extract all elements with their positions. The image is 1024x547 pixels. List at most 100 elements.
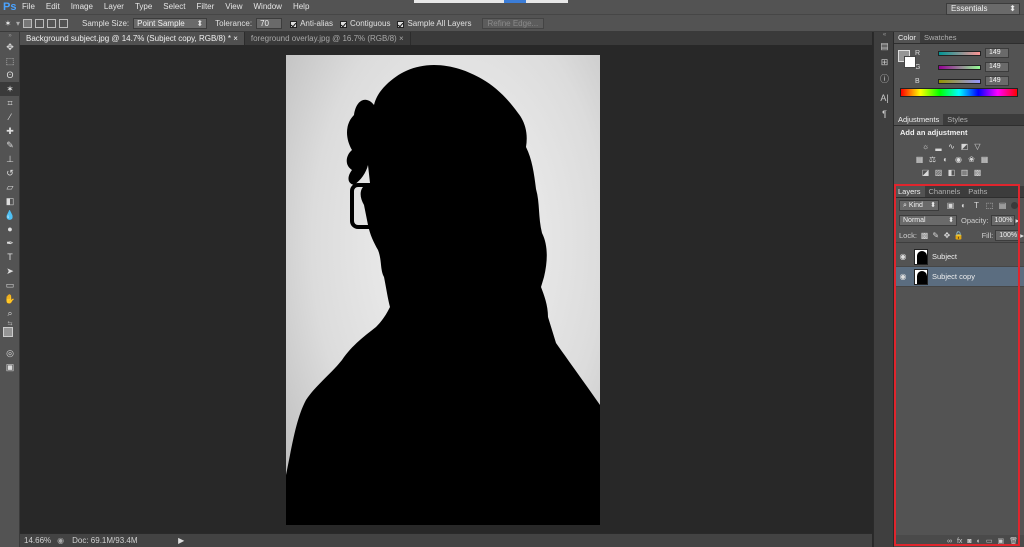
threshold-icon[interactable]: ◧ [946, 167, 957, 178]
brush-tool-icon[interactable]: ✎ [0, 138, 20, 152]
tab-color[interactable]: Color [894, 32, 920, 43]
tab-foreground-overlay[interactable]: foreground overlay.jpg @ 16.7% (RGB/8) × [245, 32, 411, 45]
healing-brush-tool-icon[interactable]: ✚ [0, 124, 20, 138]
color-lookup-icon[interactable]: ▦ [979, 154, 990, 165]
tab-adjustments[interactable]: Adjustments [894, 114, 944, 125]
tolerance-input[interactable]: 70 [256, 17, 283, 29]
magic-wand-tool-preset-icon[interactable]: ✶ [0, 19, 16, 28]
status-bar: 14.66% ◉ Doc: 69.1M/93.4M ▶ [20, 533, 872, 547]
chevron-updown-icon: ⬍ [1009, 4, 1016, 13]
selective-color-icon[interactable]: ▩ [972, 167, 983, 178]
gradient-map-icon[interactable]: ▥ [959, 167, 970, 178]
zoom-tool-icon[interactable]: ⌕ [0, 306, 20, 320]
close-icon[interactable]: × [233, 34, 238, 43]
color-panel: Color Swatches R 149 G 149 B 149 [894, 32, 1024, 114]
blue-value-input[interactable]: 149 [985, 76, 1009, 86]
vibrance-icon[interactable]: ▽ [972, 141, 983, 152]
exposure-icon[interactable]: ◩ [959, 141, 970, 152]
magic-wand-tool-icon[interactable]: ✶ [0, 82, 20, 96]
screen-mode-icon[interactable]: ▣ [0, 360, 20, 374]
color-spectrum-ramp[interactable] [900, 88, 1018, 97]
lasso-tool-icon[interactable]: ʘ [0, 68, 20, 82]
red-value-input[interactable]: 149 [985, 48, 1009, 58]
black-white-icon[interactable]: ◐ [940, 154, 951, 165]
green-value-input[interactable]: 149 [985, 62, 1009, 72]
sample-size-select[interactable]: Point Sample ⬍ [133, 17, 208, 29]
intersect-selection-icon[interactable] [59, 18, 69, 28]
rectangle-tool-icon[interactable]: ▭ [0, 278, 20, 292]
document-canvas-image[interactable] [286, 55, 600, 525]
preset-dropdown-icon[interactable]: ▾ [16, 19, 20, 28]
fill-dropdown-icon[interactable]: ▸ [1020, 231, 1024, 240]
clone-stamp-tool-icon[interactable]: ⊥ [0, 152, 20, 166]
invert-icon[interactable]: ◪ [920, 167, 931, 178]
adjustments-panel-tabs: Adjustments Styles [894, 114, 1024, 126]
contiguous-checkbox[interactable] [339, 20, 347, 28]
menu-help[interactable]: Help [293, 0, 309, 14]
levels-icon[interactable]: ▂ [933, 141, 944, 152]
new-selection-icon[interactable] [23, 18, 33, 28]
refine-edge-button[interactable]: Refine Edge... [481, 17, 545, 29]
character-panel-icon[interactable]: A| [874, 90, 895, 106]
toolbox-collapse-icon[interactable]: » [0, 32, 20, 40]
hue-saturation-icon[interactable]: ▦ [914, 154, 925, 165]
move-tool-icon[interactable]: ✥ [0, 40, 20, 54]
info-panel-icon[interactable]: ⓘ [874, 70, 895, 86]
brightness-contrast-icon[interactable]: ☼ [920, 141, 931, 152]
quick-mask-icon[interactable]: ◎ [0, 346, 20, 360]
menu-image[interactable]: Image [71, 0, 93, 14]
tab-styles[interactable]: Styles [943, 114, 971, 125]
anti-alias-checkbox[interactable] [290, 20, 298, 28]
adjustment-icons-row-2: ▦ ⚖ ◐ ◉ ❀ ▦ [894, 154, 1024, 165]
tab-background-subject[interactable]: Background subject.jpg @ 14.7% (Subject … [20, 32, 245, 45]
pen-tool-icon[interactable]: ✒ [0, 236, 20, 250]
hand-tool-icon[interactable]: ✋ [0, 292, 20, 306]
eyedropper-tool-icon[interactable]: ⁄ [0, 110, 20, 124]
color-background-swatch[interactable] [904, 56, 916, 68]
menu-edit[interactable]: Edit [46, 0, 60, 14]
channel-mixer-icon[interactable]: ❀ [966, 154, 977, 165]
path-selection-tool-icon[interactable]: ➤ [0, 264, 20, 278]
menu-file[interactable]: File [22, 0, 35, 14]
foreground-color-swatch[interactable] [3, 327, 13, 337]
workspace-select[interactable]: Essentials ⬍ [946, 3, 1020, 15]
green-slider[interactable] [938, 64, 981, 70]
menu-filter[interactable]: Filter [197, 0, 215, 14]
menu-type[interactable]: Type [135, 0, 152, 14]
close-icon[interactable]: × [399, 34, 404, 43]
subtract-from-selection-icon[interactable] [47, 18, 57, 28]
history-brush-tool-icon[interactable]: ↺ [0, 166, 20, 180]
status-info-icon[interactable]: ◉ [57, 536, 64, 545]
posterize-icon[interactable]: ▨ [933, 167, 944, 178]
menu-view[interactable]: View [225, 0, 242, 14]
window-chrome-strip [414, 0, 568, 3]
paint-bucket-tool-icon[interactable]: ◧ [0, 194, 20, 208]
status-menu-icon[interactable]: ▶ [178, 536, 184, 545]
sample-all-layers-checkbox[interactable] [397, 20, 405, 28]
menu-window[interactable]: Window [254, 0, 282, 14]
color-swatches[interactable] [0, 326, 20, 346]
tab-swatches[interactable]: Swatches [920, 32, 961, 43]
type-tool-icon[interactable]: T [0, 250, 20, 264]
red-slider[interactable] [938, 50, 981, 56]
eraser-tool-icon[interactable]: ▱ [0, 180, 20, 194]
color-balance-icon[interactable]: ⚖ [927, 154, 938, 165]
photo-filter-icon[interactable]: ◉ [953, 154, 964, 165]
curves-icon[interactable]: ∿ [946, 141, 957, 152]
menu-layer[interactable]: Layer [104, 0, 124, 14]
contiguous-label: Contiguous [349, 18, 391, 28]
menu-select[interactable]: Select [163, 0, 185, 14]
blue-slider[interactable] [938, 78, 981, 84]
zoom-level[interactable]: 14.66% [24, 536, 51, 545]
paragraph-panel-icon[interactable]: ¶ [874, 106, 895, 122]
marquee-tool-icon[interactable]: ⬚ [0, 54, 20, 68]
add-to-selection-icon[interactable] [35, 18, 45, 28]
crop-tool-icon[interactable]: ⌗ [0, 96, 20, 110]
workspace-value: Essentials [951, 4, 988, 13]
adjustments-panel: Adjustments Styles Add an adjustment ☼ ▂ ∿… [894, 114, 1024, 184]
history-panel-icon[interactable]: ▤ [874, 38, 895, 54]
blur-tool-icon[interactable]: 💧 [0, 208, 20, 222]
dodge-tool-icon[interactable]: ● [0, 222, 20, 236]
properties-panel-icon[interactable]: ⊞ [874, 54, 895, 70]
layers-panel-highlight-box [894, 184, 1020, 546]
